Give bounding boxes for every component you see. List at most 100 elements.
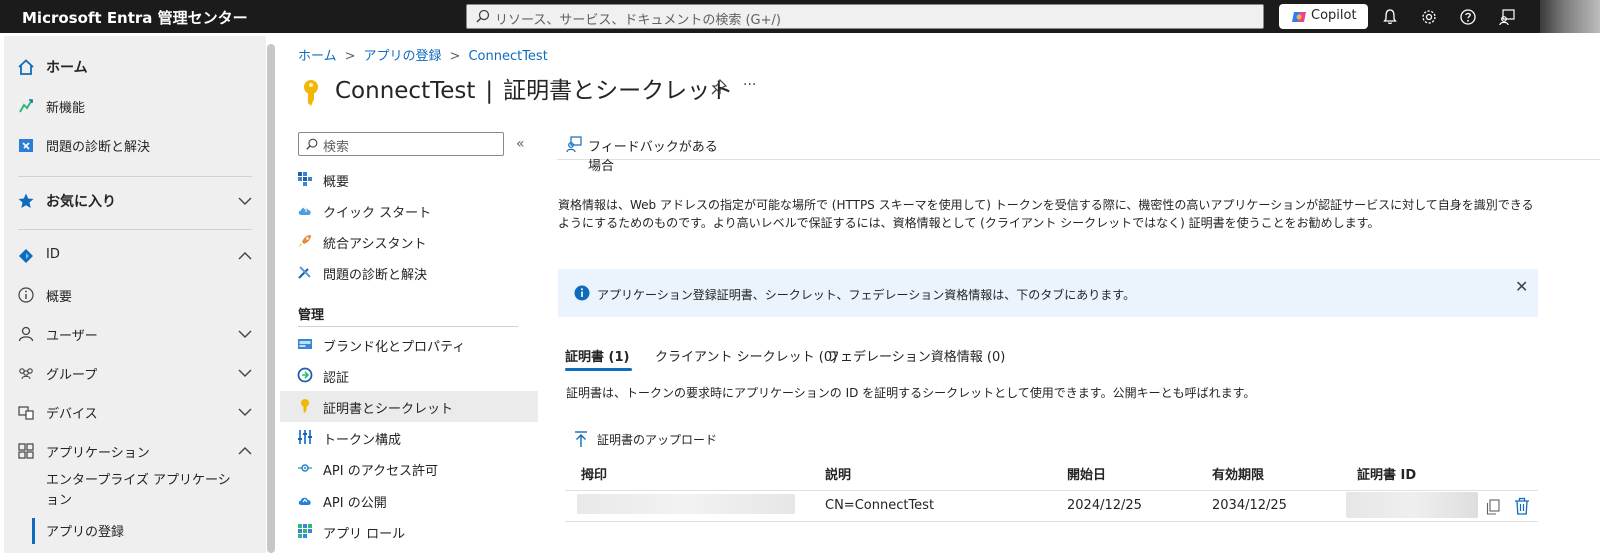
page-title-section: 証明書とシークレット [503,78,734,104]
column-header-description[interactable]: 説明 [825,464,851,483]
column-header-start-date[interactable]: 開始日 [1067,464,1106,483]
nav-label: 問題の診断と解決 [46,140,151,155]
nav-item-users[interactable]: ユーザー [4,320,266,348]
breadcrumb-home[interactable]: ホーム [298,49,337,64]
nav-label: 新機能 [46,101,86,116]
column-header-thumbprint[interactable]: 拇印 [581,464,607,483]
account-avatar[interactable] [1540,0,1600,33]
command-bar: フィードバックがある場合 [557,130,1600,174]
help-icon[interactable] [1459,8,1477,26]
tab-selected-indicator [565,368,632,371]
subnav-item-integration-assistant[interactable]: 統合アシスタント [280,226,538,257]
certificate-id-redacted [1346,492,1478,518]
close-icon[interactable]: ✕ [1515,277,1528,296]
subnav-label: 認証 [323,371,350,386]
left-nav-scrollbar[interactable] [267,44,275,553]
breadcrumb-separator: > [449,49,461,64]
tab-federated-credentials[interactable]: フェデレーション資格情報 (0) [827,346,1005,365]
cloud-expose-icon [298,497,311,505]
home-icon [18,59,34,75]
nav-label: アプリケーション [46,446,150,461]
copilot-button[interactable]: Copilot [1279,4,1368,29]
subnav-item-certificates-secrets[interactable]: 証明書とシークレット [280,391,538,422]
subnav-search-input[interactable]: 検索 [298,132,504,156]
delete-icon[interactable] [1514,497,1530,515]
chevron-up-icon [238,447,252,455]
user-icon [18,326,34,342]
cloud-icon [298,205,311,215]
chevron-down-icon [238,197,252,205]
pin-icon[interactable] [711,79,727,95]
identity-icon [19,249,33,263]
search-icon [306,138,318,150]
subnav-item-api-permissions[interactable]: API のアクセス許可 [280,453,538,484]
subnav-item-diagnose[interactable]: 問題の診断と解決 [280,257,538,288]
nav-divider [18,229,252,230]
credentials-description: 資格情報は、Web アドレスの指定が可能な場所で (HTTPS スキーマを使用し… [558,198,1534,230]
global-search-input[interactable]: リソース、サービス、ドキュメントの検索 (G+/) [466,4,1264,29]
nav-item-enterprise-apps[interactable]: エンタープライズ アプリケーション [46,471,236,511]
settings-icon[interactable] [1420,8,1438,26]
subnav-label: ブランド化とプロパティ [323,340,466,355]
breadcrumb: ホーム > アプリの登録 > ConnectTest [298,45,548,64]
nav-label: 概要 [46,290,73,305]
subnav-item-overview[interactable]: 概要 [280,164,538,195]
thumbprint-redacted [577,494,795,514]
nav-item-home[interactable]: ホーム [4,53,266,81]
column-header-certificate-id[interactable]: 証明書 ID [1357,464,1416,483]
nav-label: デバイス [46,407,98,422]
cell-expires: 2034/12/25 [1212,498,1287,513]
feedback-icon[interactable] [1498,8,1516,26]
subnav-label: 証明書とシークレット [323,402,454,417]
tab-client-secrets[interactable]: クライアント シークレット (0) [655,346,837,365]
subnav-label: 概要 [323,175,350,190]
subnav-item-quickstart[interactable]: クイック スタート [280,195,538,226]
subnav-label: API のアクセス許可 [323,464,439,479]
nav-item-devices[interactable]: デバイス [4,398,266,426]
nav-item-overview[interactable]: 概要 [4,281,266,309]
nav-item-applications[interactable]: アプリケーション [4,437,266,465]
auth-icon [297,367,313,383]
upload-label: 証明書のアップロード [597,433,718,447]
collapse-menu-button[interactable]: « [516,136,525,152]
tab-certificates[interactable]: 証明書 (1) [565,346,629,365]
nav-item-whats-new[interactable]: 新機能 [4,92,266,120]
nav-item-identity[interactable]: ID [4,242,266,270]
subnav-label: トークン構成 [323,433,402,448]
table-header-divider [565,490,1538,491]
more-options-button[interactable]: ··· [743,77,756,93]
nav-item-selected-indicator [32,518,35,544]
breadcrumb-app-registrations[interactable]: アプリの登録 [364,49,442,64]
nav-item-diagnose[interactable]: 問題の診断と解決 [4,131,266,159]
apps-icon [18,443,34,459]
search-placeholder: リソース、サービス、ドキュメントの検索 (G+/) [495,13,781,28]
nav-item-groups[interactable]: グループ [4,359,266,387]
nav-label: グループ [46,368,98,383]
upload-icon [575,431,587,447]
copilot-label: Copilot [1311,8,1357,23]
subnav-item-expose-api[interactable]: API の公開 [280,485,538,516]
nav-label: ホーム [46,60,88,76]
copy-icon[interactable] [1486,499,1500,515]
bell-icon[interactable] [1381,8,1399,26]
subnav-item-token-configuration[interactable]: トークン構成 [280,422,538,453]
feedback-button[interactable]: フィードバックがある場合 [557,130,727,174]
nav-item-favorites[interactable]: お気に入り [4,187,266,215]
subnav-label: アプリ ロール [323,527,406,542]
key-icon [301,399,309,413]
brand-title[interactable]: Microsoft Entra 管理センター [22,7,248,28]
subnav-divider [298,326,518,327]
column-header-expires[interactable]: 有効期限 [1212,464,1264,483]
cell-start-date: 2024/12/25 [1067,498,1142,513]
subnav-item-authentication[interactable]: 認証 [280,360,538,391]
nav-item-app-registrations[interactable]: アプリの登録 [46,521,124,540]
page-title-separator: | [485,78,494,104]
star-icon [18,193,34,208]
chevron-down-icon [238,408,252,416]
search-icon [476,9,490,23]
subnav-item-branding[interactable]: ブランド化とプロパティ [280,329,538,360]
subnav-item-app-roles[interactable]: アプリ ロール [280,516,538,547]
api-permission-icon [298,464,312,472]
feedback-icon [566,136,582,153]
breadcrumb-app[interactable]: ConnectTest [468,49,547,64]
